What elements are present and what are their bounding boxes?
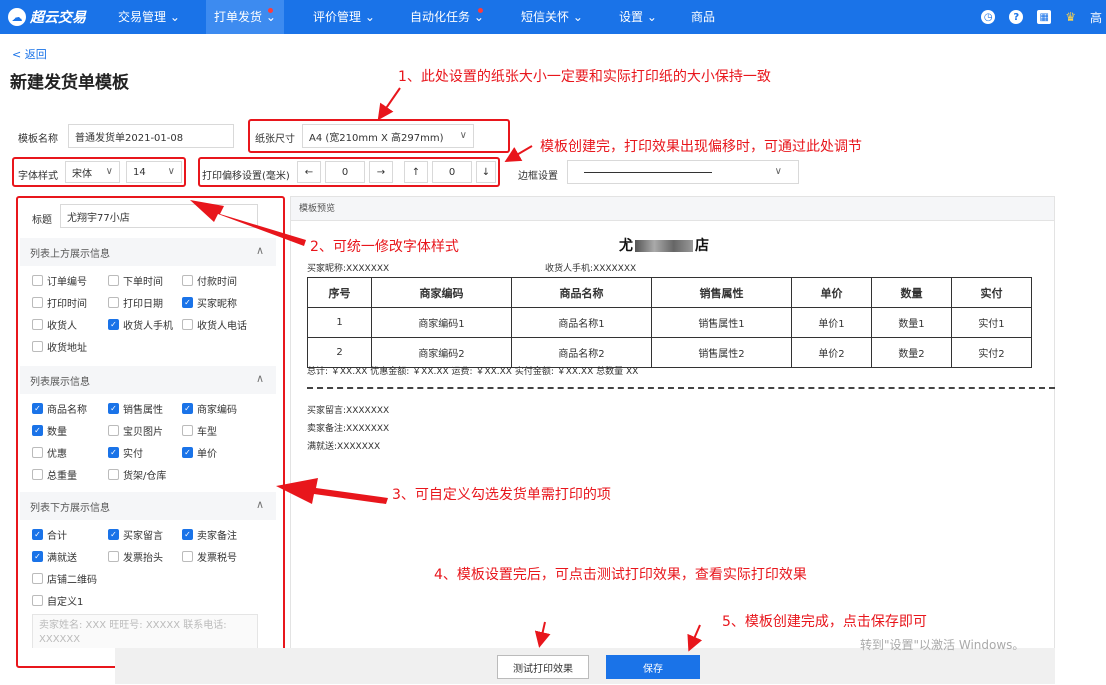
annotation-offset: 模板创建完，打印效果出现偏移时，可通过此处调节 [540,139,862,155]
arrow-paper-size [377,87,401,121]
table-cell: 销售属性2 [651,337,792,368]
annotation-1: 1、此处设置的纸张大小一定要和实际打印纸的大小保持一致 [398,69,771,85]
table-header-row: 序号 商家编码 商品名称 销售属性 单价 数量 实付 [307,277,1032,308]
page-title: 新建发货单模板 [10,73,129,93]
help-icon[interactable]: ? [1009,10,1024,24]
table-cell: 单价1 [791,307,872,338]
nav-automation-label: 自动化任务 [410,10,471,24]
table-header-cell: 数量 [871,277,952,308]
shop-name-prefix: 尤 [619,238,633,254]
nav-review[interactable]: 评价管理 ⌄ [313,0,375,34]
table-row: 1 商家编码1 商品名称1 销售属性1 单价1 数量1 实付1 [307,307,1032,338]
table-cell: 商品名称1 [511,307,652,338]
table-row: 2 商家编码2 商品名称2 销售属性2 单价2 数量2 实付2 [307,337,1032,368]
table-cell: 商家编码1 [371,307,512,338]
preview-totals: 总计: ￥XX.XX 优惠金额: ￥XX.XX 运费: ￥XX.XX 实付金额:… [307,367,639,377]
table-header-cell: 销售属性 [651,277,792,308]
preview-seller-note: 卖家备注:XXXXXXX [307,424,390,434]
test-print-button[interactable]: 测试打印效果 [497,655,589,679]
template-name-label: 模板名称 [18,134,58,145]
clock-icon[interactable]: ◷ [981,10,996,24]
nav-print-ship-label: 打单发货 [214,10,263,24]
table-header-cell: 商家编码 [371,277,512,308]
highlight-paper-size [248,119,510,153]
table-cell: 销售属性1 [651,307,792,338]
cloud-logo-icon: ☁ [8,8,26,26]
table-header-cell: 商品名称 [511,277,652,308]
back-link[interactable]: < 返回 [12,46,47,62]
table-cell: 单价2 [791,337,872,368]
chevron-down-icon: ∨ [774,165,782,177]
highlight-print-offset [198,157,500,187]
logo-text: 超云交易 [30,10,86,26]
blurred-text [635,240,693,252]
shop-name-suffix: 店 [695,238,709,254]
annotation-4: 4、模板设置完后，可点击测试打印效果，查看实际打印效果 [434,567,807,583]
table-cell: 商品名称2 [511,337,652,368]
nav-user-text[interactable]: 高 [1090,9,1102,26]
notification-dot [478,8,483,13]
preview-table: 序号 商家编码 商品名称 销售属性 单价 数量 实付 1 商家编码1 商品名称1 销售属性1 单价1… [307,277,1032,368]
qr-icon[interactable]: ▦ [1037,10,1052,24]
preview-header: 模板预览 [291,197,1054,221]
annotation-2: 2、可统一修改字体样式 [310,239,459,255]
table-cell: 商家编码2 [371,337,512,368]
save-button[interactable]: 保存 [606,655,700,679]
preview-buyer-nick: 买家昵称:XXXXXXX [307,264,390,274]
table-cell: 1 [307,307,372,338]
preview-receiver-phone: 收货人手机:XXXXXXX [545,264,637,274]
nav-automation[interactable]: 自动化任务 ⌄ [410,0,484,34]
table-header-cell: 实付 [951,277,1032,308]
annotation-5: 5、模板创建完成，点击保存即可 [722,614,927,630]
nav-sms[interactable]: 短信关怀 ⌄ [521,0,583,34]
nav-settings[interactable]: 设置 ⌄ [619,0,657,34]
border-setting-label: 边框设置 [518,171,558,182]
nav-trade[interactable]: 交易管理 ⌄ [118,0,180,34]
highlight-left-panel [16,196,285,668]
table-cell: 2 [307,337,372,368]
table-header-cell: 单价 [791,277,872,308]
preview-buyer-message: 买家留言:XXXXXXX [307,406,390,416]
windows-activation-watermark: 转到"设置"以激活 Windows。 [860,638,1025,652]
template-name-input[interactable]: 普通发货单2021-01-08 [68,124,234,148]
annotation-3: 3、可自定义勾选发货单需打印的项 [392,487,611,503]
highlight-font-style [12,157,186,187]
nav-right-icons: ◷ ? ▦ ♛ 高 [981,0,1106,34]
nav-products[interactable]: 商品 [691,0,715,34]
border-style-select[interactable]: ∨ [567,160,799,184]
table-cell: 数量2 [871,337,952,368]
notification-dot [268,8,273,13]
border-line-sample [584,171,712,173]
table-header-cell: 序号 [307,277,372,308]
logo[interactable]: ☁ 超云交易 [8,7,86,27]
arrow-offset [504,145,533,163]
preview-shop-name: 尤店 [619,235,709,255]
table-cell: 实付1 [951,307,1032,338]
table-cell: 数量1 [871,307,952,338]
nav-print-ship[interactable]: 打单发货 ⌄ [206,0,284,34]
template-preview: 模板预览 尤店 买家昵称:XXXXXXX 收货人手机:XXXXXXX 序号 商家编… [290,196,1055,656]
crown-icon: ♛ [1065,10,1076,24]
table-cell: 实付2 [951,337,1032,368]
top-nav: ☁ 超云交易 交易管理 ⌄ 打单发货 ⌄ 评价管理 ⌄ 自动化任务 ⌄ 短信关怀… [0,0,1106,34]
preview-gift: 满就送:XXXXXXX [307,442,381,452]
dashed-divider [307,387,1055,389]
